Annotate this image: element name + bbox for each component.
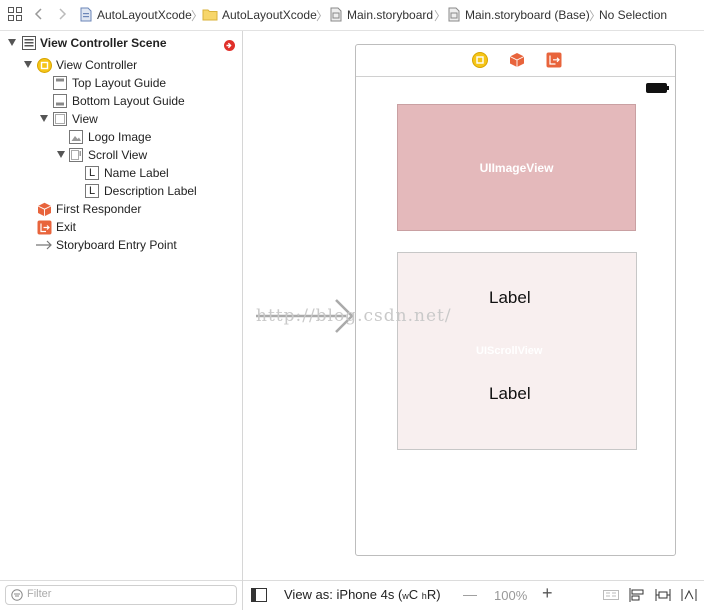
entry-arrow-icon: [36, 238, 52, 252]
layout-guide-icon: [53, 76, 67, 90]
jump-bar: AutoLayoutXcode 〉 AutoLayoutXcode 〉 Main…: [0, 0, 704, 31]
embed-in-stack-icon[interactable]: [603, 588, 619, 605]
scene-dock: [356, 45, 675, 77]
name-label[interactable]: Label: [489, 288, 531, 308]
label-icon: L: [85, 166, 99, 180]
scene-icon: [22, 36, 36, 50]
breadcrumb-selection[interactable]: No Selection: [599, 8, 667, 22]
outline-row-scene[interactable]: View Controller Scene: [0, 34, 242, 52]
zoom-in-button[interactable]: +: [542, 583, 553, 604]
scroll-view-placeholder-label: UIScrollView: [476, 345, 543, 357]
forward-icon[interactable]: [57, 7, 67, 24]
outline-row-view-controller[interactable]: View Controller: [0, 56, 242, 74]
breadcrumb-chevron-icon: 〉: [316, 9, 329, 23]
outline-label-bottom-layout-guide: Bottom Layout Guide: [72, 94, 185, 108]
layout-guide-icon: [53, 94, 67, 108]
outline-label-first-responder: First Responder: [56, 202, 142, 216]
storyboard-file-icon: [330, 7, 342, 25]
related-items-icon[interactable]: [8, 7, 22, 24]
outline-row-first-responder[interactable]: First Responder: [0, 200, 242, 218]
description-label[interactable]: Label: [489, 384, 531, 404]
outline-label-name-label: Name Label: [104, 166, 169, 180]
battery-icon: [646, 82, 670, 96]
folder-icon: [202, 7, 218, 24]
project-file-icon: [80, 7, 92, 25]
exit-icon: [37, 220, 52, 235]
watermark: http://blog.csdn.net/: [256, 306, 452, 326]
resolve-issues-icon[interactable]: [681, 588, 697, 605]
filter-field[interactable]: Filter: [5, 585, 237, 605]
logo-image-view[interactable]: UIImageView: [397, 104, 636, 231]
first-responder-icon[interactable]: [509, 52, 525, 71]
back-icon[interactable]: [34, 7, 44, 24]
outline-row-scroll-view[interactable]: Scroll View: [0, 146, 242, 164]
size-class-close: ): [436, 587, 441, 602]
disclosure-triangle-icon[interactable]: [24, 61, 32, 68]
view-as-text: View as: iPhone 4s (: [284, 587, 403, 602]
canvas-bottom-bar: View as: iPhone 4s (wC hR) — 100% +: [243, 580, 704, 611]
outline-label-view: View: [72, 112, 98, 126]
filter-icon: [11, 589, 23, 604]
toggle-outline-icon[interactable]: [251, 588, 267, 605]
outline-label-view-controller: View Controller: [56, 58, 138, 72]
outline-label-scene: View Controller Scene: [40, 36, 167, 50]
size-class-r: R: [426, 587, 437, 602]
outline-label-logo-image: Logo Image: [88, 130, 152, 144]
breadcrumb-chevron-icon: 〉: [434, 9, 447, 23]
outline-row-bottom-layout-guide[interactable]: Bottom Layout Guide: [0, 92, 242, 110]
outline-row-entry-point[interactable]: Storyboard Entry Point: [0, 236, 242, 254]
disclosure-triangle-icon[interactable]: [8, 39, 16, 46]
align-icon[interactable]: [629, 588, 645, 605]
breadcrumb-folder[interactable]: AutoLayoutXcode: [222, 8, 317, 22]
breadcrumb-storyboard[interactable]: Main.storyboard: [347, 8, 433, 22]
outline-row-view[interactable]: View: [0, 110, 242, 128]
scroll-view-icon: [69, 148, 83, 162]
outline-label-description-label: Description Label: [104, 184, 197, 198]
outline-row-name-label[interactable]: L Name Label: [0, 164, 242, 182]
disclosure-triangle-icon[interactable]: [57, 151, 65, 158]
size-class-c: C: [408, 587, 419, 602]
disclosure-triangle-icon[interactable]: [40, 115, 48, 122]
warning-badge-icon[interactable]: [224, 38, 235, 56]
breadcrumb-storyboard-base[interactable]: Main.storyboard (Base): [465, 8, 590, 22]
view-controller-icon: [37, 58, 52, 73]
pin-icon[interactable]: [655, 588, 671, 605]
view-icon: [53, 112, 67, 126]
image-view-placeholder-label: UIImageView: [479, 161, 554, 175]
first-responder-icon: [37, 202, 52, 217]
filter-placeholder: Filter: [27, 588, 52, 600]
outline-label-exit: Exit: [56, 220, 77, 234]
storyboard-file-icon: [448, 7, 460, 25]
outline-row-top-layout-guide[interactable]: Top Layout Guide: [0, 74, 242, 92]
outline-label-entry-point: Storyboard Entry Point: [56, 238, 177, 252]
zoom-out-button[interactable]: —: [463, 586, 477, 602]
view-controller-icon[interactable]: [472, 52, 488, 71]
exit-icon[interactable]: [546, 52, 562, 71]
zoom-level: 100%: [494, 588, 528, 603]
outline-row-logo-image[interactable]: Logo Image: [0, 128, 242, 146]
document-outline: View Controller Scene View Controller To…: [0, 31, 242, 579]
scroll-view[interactable]: Label UIScrollView Label: [397, 252, 637, 450]
outline-label-scroll-view: Scroll View: [88, 148, 148, 162]
label-icon: L: [85, 184, 99, 198]
outline-label-top-layout-guide: Top Layout Guide: [72, 76, 167, 90]
image-view-icon: [69, 130, 83, 144]
breadcrumb-project[interactable]: AutoLayoutXcode: [97, 8, 192, 22]
outline-row-exit[interactable]: Exit: [0, 218, 242, 236]
view-as-selector[interactable]: View as: iPhone 4s (wC hR): [284, 587, 441, 602]
outline-row-description-label[interactable]: L Description Label: [0, 182, 242, 200]
